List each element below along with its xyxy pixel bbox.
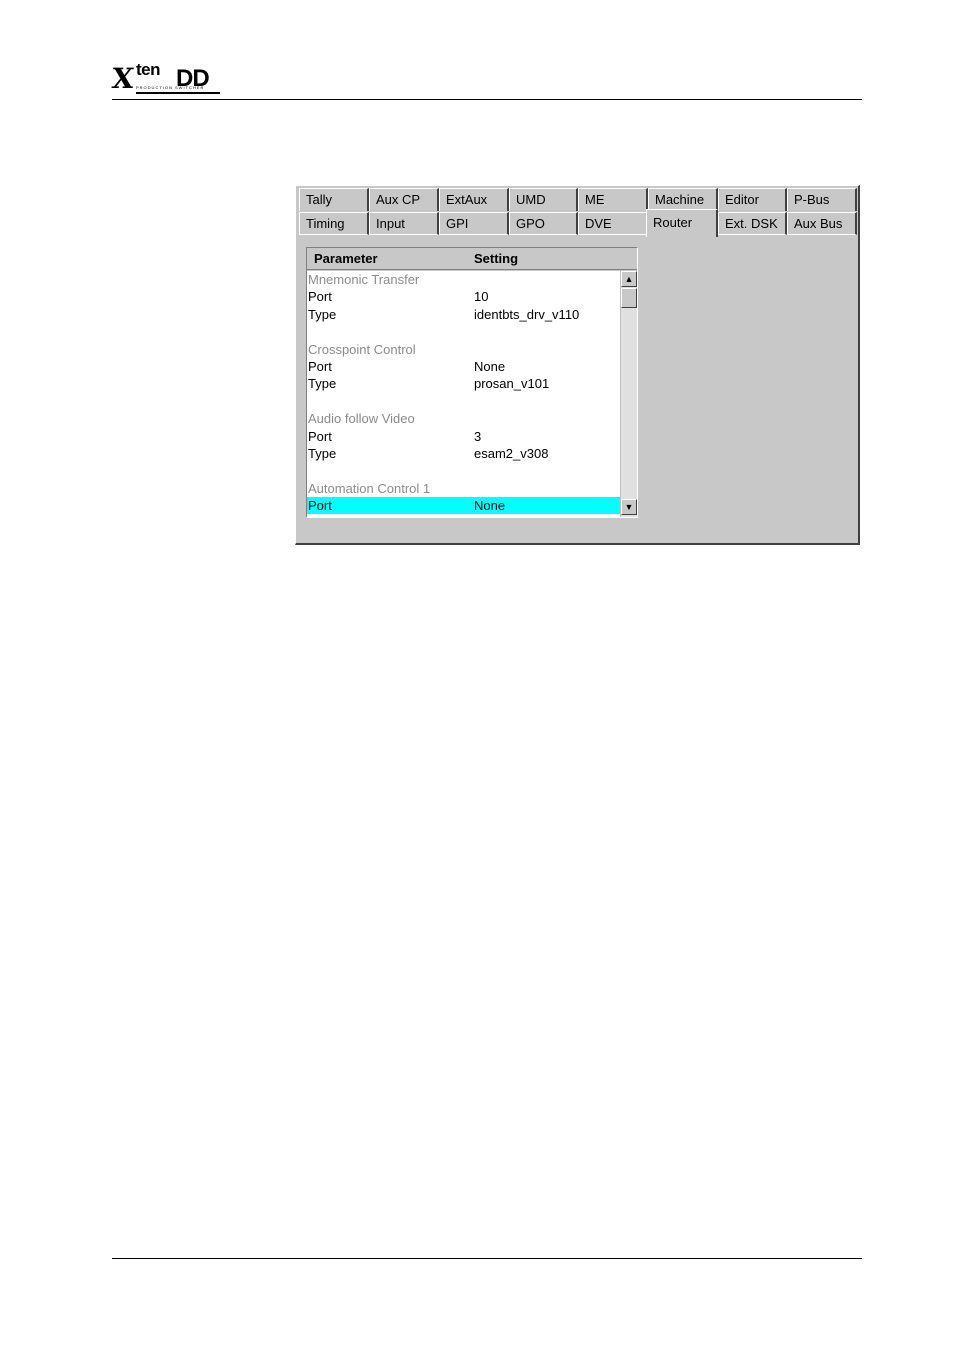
spacer-row [307, 462, 620, 479]
logo-x: X [110, 62, 136, 95]
parameter-cell: Type [308, 376, 337, 392]
parameter-cell: Crosspoint Control [308, 341, 416, 357]
xten-dd-logo: X ten DD PRODUCTION SWITCHER [110, 60, 224, 96]
logo-underline [136, 92, 220, 94]
scroll-down-arrow-icon[interactable]: ▼ [621, 499, 637, 515]
logo-subtitle: PRODUCTION SWITCHER [136, 86, 205, 90]
tab-gpo[interactable]: GPO [509, 212, 578, 235]
setting-cell: None [474, 498, 506, 514]
spacer-row [307, 323, 620, 340]
table-row[interactable]: Port 3 [307, 428, 620, 445]
parameter-cell: Port [308, 498, 332, 514]
setting-cell: 3 [474, 428, 482, 444]
column-header-setting[interactable]: Setting [474, 248, 518, 270]
parameter-cell: Automation Control 1 [308, 480, 431, 496]
tab-me[interactable]: ME [578, 188, 648, 211]
tab-tally[interactable]: Tally [299, 188, 369, 211]
table-row[interactable]: Port None [307, 358, 620, 375]
parameter-cell: Port [308, 428, 332, 444]
tab-p-bus[interactable]: P-Bus [787, 188, 857, 211]
setting-cell: identbts_drv_v110 [474, 306, 580, 322]
header-rule [112, 99, 862, 100]
spacer-row [307, 393, 620, 410]
parameter-cell: Port [308, 289, 332, 305]
table-row[interactable]: Type identbts_drv_v110 [307, 306, 620, 323]
parameter-cell: Port [308, 359, 332, 374]
parameter-cell: Audio follow Video [308, 411, 415, 427]
parameter-cell: Mnemonic Transfer [308, 272, 420, 287]
tab-umd[interactable]: UMD [509, 188, 578, 211]
tab-extaux[interactable]: ExtAux [439, 188, 509, 211]
group-header-row[interactable]: Audio follow Video [307, 410, 620, 427]
group-header-row[interactable]: Crosspoint Control [307, 341, 620, 358]
parameter-cell: Type [308, 306, 337, 322]
group-header-row[interactable]: Mnemonic Transfer [307, 271, 620, 288]
tab-gpi[interactable]: GPI [439, 212, 509, 235]
footer-rule [112, 1258, 862, 1259]
scroll-thumb[interactable] [621, 288, 637, 308]
table-row[interactable]: Type esam2_v308 [307, 445, 620, 462]
scroll-up-arrow-icon[interactable]: ▲ [621, 271, 637, 287]
setting-cell: 10 [474, 289, 489, 305]
table-row[interactable]: Type prosan_v101 [307, 375, 620, 392]
tab-input[interactable]: Input [369, 212, 439, 235]
group-header-row[interactable]: Automation Control 1 [307, 480, 620, 497]
vertical-scrollbar[interactable]: ▲ ▼ [620, 271, 637, 517]
logo-ten: ten [136, 60, 161, 79]
column-header-parameter[interactable]: Parameter [314, 248, 378, 270]
table-body: Mnemonic Transfer Port 10 Type identbts_drv_… [307, 271, 620, 517]
tab-dve[interactable]: DVE [578, 212, 648, 235]
table-row[interactable]: Port 10 [307, 288, 620, 305]
tab-ext-dsk[interactable]: Ext. DSK [718, 212, 787, 235]
setting-cell: esam2_v308 [474, 446, 549, 461]
table-header: Parameter Setting [307, 248, 637, 270]
tab-editor[interactable]: Editor [718, 188, 787, 211]
parameter-table: Parameter Setting Mnemonic Transfer Port 1… [306, 247, 638, 518]
setting-cell: None [474, 359, 506, 374]
tab-aux-bus[interactable]: Aux Bus [787, 212, 857, 235]
tab-aux-cp[interactable]: Aux CP [369, 188, 439, 211]
setting-cell: prosan_v101 [474, 376, 550, 392]
parameter-cell: Type [308, 446, 337, 461]
tab-timing[interactable]: Timing [299, 212, 369, 235]
table-row[interactable]: Port None [307, 497, 620, 515]
tab-router[interactable]: Router [646, 209, 718, 237]
tab-machine[interactable]: Machine [648, 188, 718, 211]
